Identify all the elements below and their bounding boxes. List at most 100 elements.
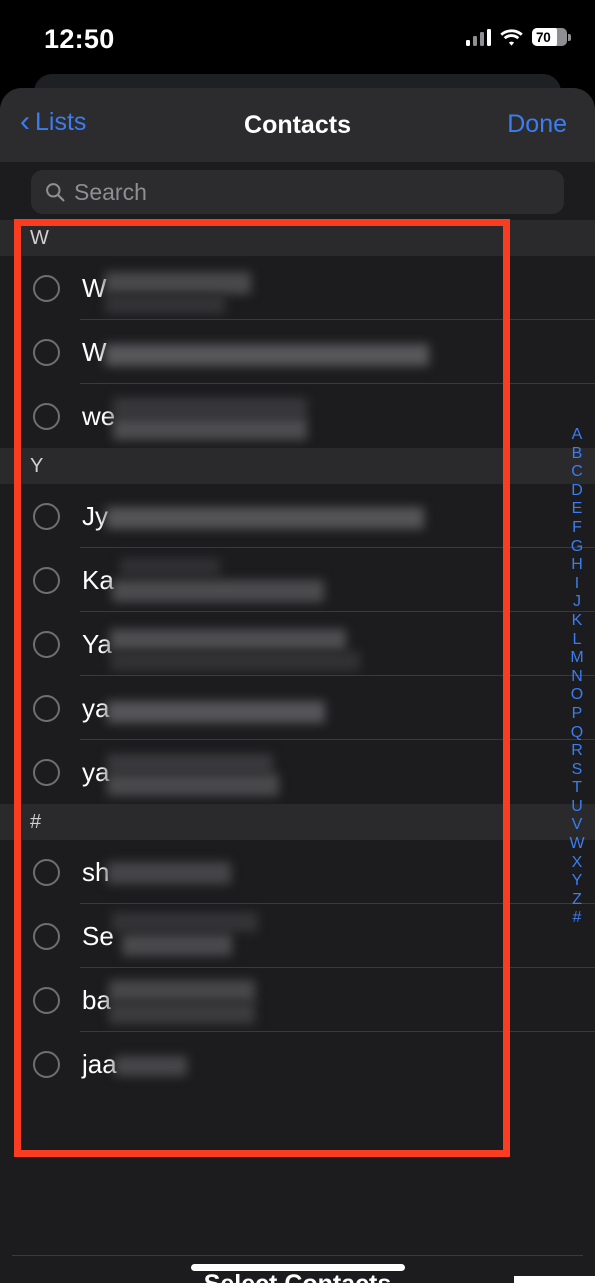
contact-checkbox-circle-icon[interactable]	[33, 274, 60, 302]
redaction-blur-blob	[113, 418, 308, 440]
index-letter-J[interactable]: J	[573, 593, 581, 612]
contact-name-text: ya	[82, 756, 110, 787]
contact-checkbox-circle-icon[interactable]	[33, 402, 60, 430]
redaction-blur-blob	[107, 754, 274, 774]
contact-checkbox-circle-icon[interactable]	[33, 758, 60, 786]
index-letter-X[interactable]: X	[572, 854, 583, 873]
index-letter-K[interactable]: K	[572, 612, 583, 631]
contact-row[interactable]: ya	[0, 740, 595, 804]
contacts-list[interactable]: W W Wwe Y Jy Ka Ya ya ya # sh Se ba jaa	[0, 220, 595, 1283]
contact-row[interactable]: Ka	[0, 548, 595, 612]
contact-name-text: sh	[82, 856, 110, 887]
contact-name-text: W	[82, 272, 107, 303]
contact-row[interactable]: W	[0, 256, 595, 320]
contact-name-text: Jy	[82, 500, 108, 531]
search-field[interactable]: Search	[31, 170, 564, 214]
page-title: Contacts	[244, 111, 351, 139]
white-overlay-block	[514, 1276, 595, 1283]
index-letter-B[interactable]: B	[572, 445, 583, 464]
index-letter-I[interactable]: I	[575, 575, 579, 594]
redaction-blur-blob	[113, 398, 308, 418]
contact-name-text: ba	[82, 984, 111, 1015]
redaction-blur-blob	[108, 1002, 255, 1024]
index-letter-H[interactable]: H	[571, 556, 583, 575]
index-letter-V[interactable]: V	[572, 816, 583, 835]
redaction-blur-blob	[119, 558, 220, 576]
status-bar-indicators: 70	[465, 28, 571, 46]
index-letter-G[interactable]: G	[571, 538, 583, 557]
section-header-#: #	[0, 804, 595, 840]
contact-row[interactable]: jaa	[0, 1032, 595, 1096]
contact-checkbox-circle-icon[interactable]	[33, 858, 60, 886]
index-letter-Z[interactable]: Z	[572, 891, 582, 910]
search-input-placeholder[interactable]: Search	[74, 179, 147, 206]
index-letter-S[interactable]: S	[572, 761, 583, 780]
redaction-blur-blob	[109, 651, 360, 671]
contact-name-text: we	[82, 400, 116, 431]
section-header-W: W	[0, 220, 595, 256]
index-letter-O[interactable]: O	[571, 686, 583, 705]
index-letter-Q[interactable]: Q	[571, 724, 583, 743]
contacts-sheet: ‹ Lists Contacts Done Search W W Wwe Y Jy Ka Y…	[0, 88, 595, 1283]
contact-name: ya	[82, 754, 280, 796]
contact-checkbox-circle-icon[interactable]	[33, 566, 60, 594]
contact-row[interactable]: Jy	[0, 484, 595, 548]
done-button[interactable]: Done	[507, 110, 567, 139]
redaction-blur-blob	[121, 934, 232, 956]
status-bar-time: 12:50	[44, 24, 115, 54]
contact-checkbox-circle-icon[interactable]	[33, 502, 60, 530]
contact-row[interactable]: sh	[0, 840, 595, 904]
contact-checkbox-circle-icon[interactable]	[33, 630, 60, 658]
contact-name: we	[82, 398, 308, 440]
contact-name: W	[82, 272, 251, 314]
index-letter-U[interactable]: U	[571, 798, 583, 817]
contact-row[interactable]: ba	[0, 968, 595, 1032]
redaction-blur-blob	[104, 344, 429, 366]
contact-row[interactable]: W	[0, 320, 595, 384]
index-letter-N[interactable]: N	[571, 668, 583, 687]
contact-name: Ka	[82, 558, 324, 602]
redaction-blur-blob	[111, 580, 324, 602]
index-letter-W[interactable]: W	[569, 835, 584, 854]
alphabet-index-rail[interactable]: A B C D E F G H I J K L M N O P Q R S T U V W X Y Z #	[566, 426, 588, 928]
redaction-blur-blob	[107, 862, 232, 884]
index-letter-D[interactable]: D	[571, 482, 583, 501]
contact-name: Jy	[82, 500, 424, 532]
contact-checkbox-circle-icon[interactable]	[33, 694, 60, 722]
contact-name: ba	[82, 980, 255, 1024]
index-letter-T[interactable]: T	[572, 779, 582, 798]
index-letter-F[interactable]: F	[572, 519, 582, 538]
contact-row[interactable]: Ya	[0, 612, 595, 676]
contact-name: jaa	[82, 1048, 187, 1080]
index-letter-Y[interactable]: Y	[572, 872, 583, 891]
section-header-Y: Y	[0, 448, 595, 484]
index-letter-L[interactable]: L	[573, 631, 582, 650]
footer-divider	[12, 1255, 583, 1256]
contact-row[interactable]: Se	[0, 904, 595, 968]
contact-name: sh	[82, 856, 232, 888]
redaction-blur-blob	[108, 980, 255, 1002]
index-letter-R[interactable]: R	[571, 742, 583, 761]
redaction-blur-blob	[107, 774, 280, 796]
footer-select-contacts-label[interactable]: Select Contacts	[0, 1270, 595, 1283]
contact-name: Se	[82, 912, 258, 956]
redaction-blur-blob	[106, 507, 424, 529]
contact-name: Ya	[82, 629, 360, 671]
contact-checkbox-circle-icon[interactable]	[33, 338, 60, 366]
contact-name-text: jaa	[82, 1048, 117, 1079]
index-letter-A[interactable]: A	[572, 426, 583, 445]
redaction-blur-blob	[109, 629, 346, 651]
contact-checkbox-circle-icon[interactable]	[33, 1050, 60, 1078]
index-letter-C[interactable]: C	[571, 463, 583, 482]
index-letter-P[interactable]: P	[572, 705, 583, 724]
index-letter-#[interactable]: #	[573, 909, 582, 928]
index-letter-E[interactable]: E	[572, 500, 583, 519]
contact-row[interactable]: we	[0, 384, 595, 448]
index-letter-M[interactable]: M	[570, 649, 583, 668]
contact-name: ya	[82, 693, 326, 724]
contact-name-text: Ka	[82, 564, 114, 595]
contact-row[interactable]: ya	[0, 676, 595, 740]
contact-checkbox-circle-icon[interactable]	[33, 986, 60, 1014]
redaction-blur-blob	[104, 272, 251, 294]
contact-checkbox-circle-icon[interactable]	[33, 922, 60, 950]
